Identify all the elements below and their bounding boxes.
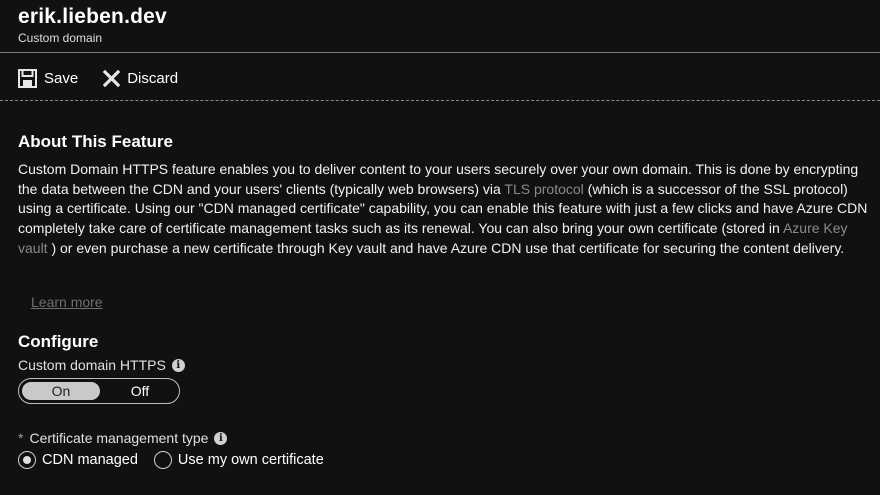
toolbar-divider — [0, 100, 880, 101]
toggle-on-option[interactable]: On — [22, 382, 100, 400]
custom-domain-https-label-text: Custom domain HTTPS — [18, 357, 166, 373]
blade-title: erik.lieben.dev — [18, 5, 167, 28]
discard-button-label: Discard — [127, 69, 179, 87]
cdn-managed-option[interactable]: CDN managed — [18, 451, 138, 469]
save-button-label: Save — [44, 69, 79, 87]
about-text-part3: ) or even purchase a new certificate thr… — [47, 239, 845, 256]
save-button[interactable]: Save — [18, 68, 79, 88]
https-toggle: On Off — [18, 378, 180, 404]
certificate-management-type-label-text: Certificate management type — [29, 430, 209, 446]
own-certificate-radio[interactable] — [153, 451, 172, 469]
command-bar: Save Discard — [18, 66, 203, 90]
certificate-management-type-label: * Certificate management type i — [18, 430, 228, 446]
header-divider — [0, 52, 880, 53]
close-icon — [103, 69, 121, 87]
info-icon[interactable]: i — [214, 431, 228, 445]
custom-domain-https-label: Custom domain HTTPS i — [18, 357, 185, 373]
custom-domain-blade: erik.lieben.dev Custom domain Save Disca… — [0, 0, 880, 495]
cdn-managed-radio[interactable] — [18, 451, 36, 469]
info-icon[interactable]: i — [171, 358, 185, 372]
blade-subtitle: Custom domain — [18, 31, 103, 45]
discard-button[interactable]: Discard — [103, 69, 179, 87]
own-certificate-option[interactable]: Use my own certificate — [153, 451, 324, 469]
learn-more-link[interactable]: Learn more — [31, 294, 103, 310]
save-icon — [18, 68, 37, 88]
configure-heading: Configure — [18, 332, 99, 351]
required-marker: * — [18, 430, 24, 446]
about-feature-heading: About This Feature — [18, 132, 173, 151]
toggle-off-option[interactable]: Off — [102, 382, 178, 400]
own-certificate-label: Use my own certificate — [177, 452, 324, 468]
tls-protocol-link[interactable]: TLS protocol — [504, 181, 583, 197]
cdn-managed-label: CDN managed — [42, 452, 138, 468]
certificate-type-radio-group: CDN managed Use my own certificate — [18, 451, 340, 469]
about-feature-description: Custom Domain HTTPS feature enables you … — [18, 160, 870, 259]
blade-header: erik.lieben.dev Custom domain — [18, 4, 167, 46]
